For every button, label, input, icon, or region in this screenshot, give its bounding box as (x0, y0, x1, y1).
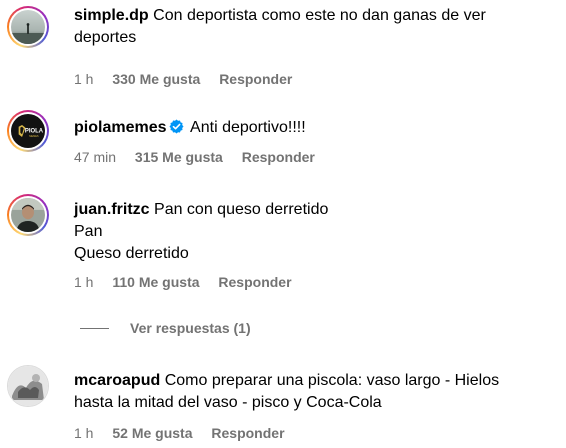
comment-text: simple.dp Con deportista como este no da… (74, 5, 544, 49)
comment-line: Anti deportivo!!!! (190, 119, 306, 136)
comment-text: mcaroapud Como preparar una piscola: vas… (74, 370, 544, 414)
likes-count[interactable]: 315 Me gusta (135, 148, 223, 166)
comment-time[interactable]: 47 min (74, 148, 116, 166)
comment-line: Pan (74, 223, 103, 240)
avatar-image (11, 10, 45, 44)
comment-line: Con deportista como este no dan ganas de… (153, 7, 486, 24)
comment-meta: 1 h 110 Me gusta Responder (74, 273, 544, 291)
comment-line: Pan con queso derretido (154, 201, 329, 218)
view-replies-label: Ver respuestas (1) (130, 320, 251, 336)
reply-button[interactable]: Responder (218, 273, 291, 291)
likes-count[interactable]: 110 Me gusta (112, 273, 199, 291)
username-link[interactable]: piolamemes (74, 119, 166, 136)
avatar[interactable] (7, 365, 49, 407)
avatar[interactable] (7, 6, 49, 48)
comment-time[interactable]: 1 h (74, 273, 93, 291)
avatar[interactable]: PIOLA MEMES (7, 110, 49, 152)
comment-line: Como preparar una piscola: vaso largo - … (164, 372, 500, 389)
reply-button[interactable]: Responder (211, 424, 284, 442)
comment-text: juan.fritzc Pan con queso derretido Pan … (74, 199, 544, 265)
svg-text:MEMES: MEMES (29, 134, 39, 138)
avatar-image (11, 198, 45, 232)
comment-line: Queso derretido (74, 245, 189, 262)
username-link[interactable]: juan.fritzc (74, 201, 150, 218)
username-link[interactable]: simple.dp (74, 7, 149, 24)
comment-line: deportes (74, 29, 137, 46)
username-link[interactable]: mcaroapud (74, 372, 160, 389)
avatar-image (8, 366, 48, 406)
svg-text:PIOLA: PIOLA (25, 128, 44, 134)
comments-list: simple.dp Con deportista como este no da… (0, 0, 566, 448)
likes-count[interactable]: 330 Me gusta (112, 70, 200, 88)
comment-meta: 1 h 330 Me gusta Responder (74, 70, 544, 88)
comment-time[interactable]: 1 h (74, 70, 93, 88)
reply-button[interactable]: Responder (242, 148, 315, 166)
verified-badge-icon (169, 119, 185, 134)
comment-line: hasta la mitad del vaso - pisco y Coca-C… (74, 394, 382, 411)
comment-time[interactable]: 1 h (74, 424, 93, 442)
comment-meta: 1 h 52 Me gusta Responder (74, 424, 544, 442)
reply-button[interactable]: Responder (219, 70, 292, 88)
view-replies-button[interactable]: Ver respuestas (1) (80, 318, 251, 338)
comment-text: piolamemes Anti deportivo!!!! (74, 117, 544, 139)
avatar[interactable] (7, 194, 49, 236)
replies-divider-line (80, 327, 109, 329)
likes-count[interactable]: 52 Me gusta (112, 424, 192, 442)
comment-meta: 47 min 315 Me gusta Responder (74, 148, 544, 166)
avatar-image: PIOLA MEMES (11, 114, 45, 148)
